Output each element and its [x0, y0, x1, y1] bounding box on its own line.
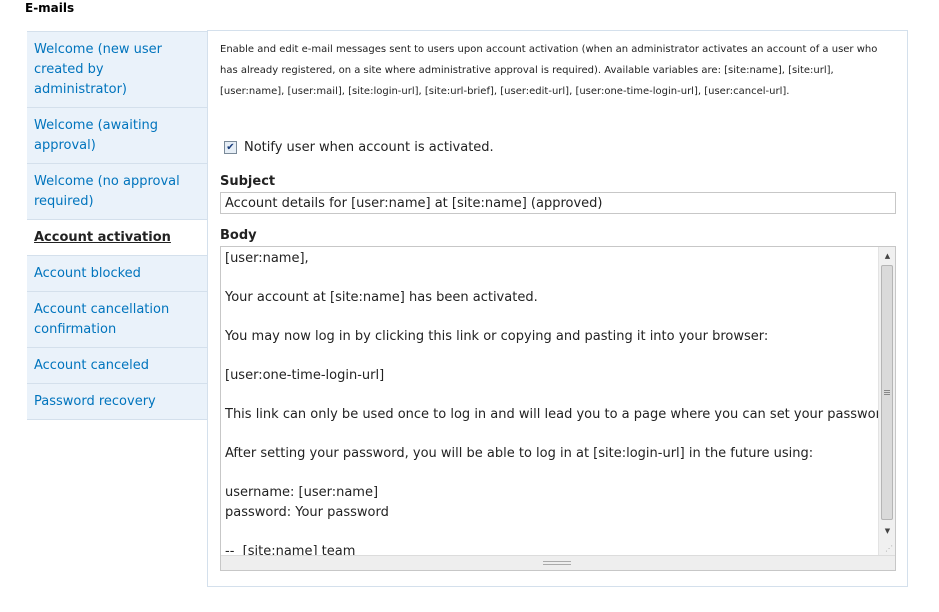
section-title: E-mails	[25, 1, 75, 15]
subject-label: Subject	[220, 174, 276, 189]
resize-grip-icon	[543, 561, 571, 567]
arrow-up-icon[interactable]: ▲	[879, 248, 895, 264]
sidebar-item-account-canceled[interactable]: Account canceled	[27, 348, 207, 384]
scroll-thumb[interactable]	[881, 265, 893, 520]
body-textarea[interactable]: [user:name], Your account at [site:name]…	[220, 246, 896, 571]
sidebar-item-password-recovery[interactable]: Password recovery	[27, 384, 207, 420]
sidebar-item-account-cancellation-confirmation[interactable]: Account cancellation confirmation	[27, 292, 207, 348]
sidebar-item-welcome-admin-created[interactable]: Welcome (new user created by administrat…	[27, 32, 207, 108]
checkmark-icon: ✔	[226, 142, 235, 153]
sidebar-item-welcome-no-approval[interactable]: Welcome (no approval required)	[27, 164, 207, 220]
notify-checkbox-row: ✔ Notify user when account is activated.	[224, 140, 494, 155]
sidebar-item-welcome-awaiting-approval[interactable]: Welcome (awaiting approval)	[27, 108, 207, 164]
email-sidebar: Welcome (new user created by administrat…	[27, 31, 208, 420]
corner-grip-icon: ⋰	[885, 544, 893, 553]
body-label: Body	[220, 228, 257, 243]
notify-checkbox-label[interactable]: Notify user when account is activated.	[244, 140, 494, 155]
body-text[interactable]: [user:name], Your account at [site:name]…	[225, 249, 893, 561]
sidebar-item-account-blocked[interactable]: Account blocked	[27, 256, 207, 292]
panel-description: Enable and edit e-mail messages sent to …	[220, 44, 878, 97]
grip-icon	[884, 389, 890, 396]
arrow-down-icon[interactable]: ▼	[879, 523, 895, 539]
sidebar-item-account-activation[interactable]: Account activation	[27, 220, 208, 256]
notify-checkbox[interactable]: ✔	[224, 141, 237, 154]
email-settings-panel: Enable and edit e-mail messages sent to …	[207, 30, 908, 587]
textarea-resize-handle[interactable]	[221, 555, 895, 570]
body-scrollbar[interactable]: ▲ ▼	[878, 247, 895, 556]
subject-input[interactable]	[220, 192, 896, 214]
